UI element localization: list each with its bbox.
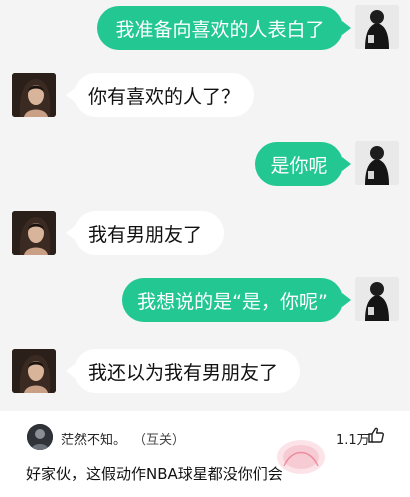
my-message-bubble[interactable]: 是你呢 — [255, 142, 343, 186]
message-text: 我有男朋友了 — [88, 223, 203, 246]
commenter-avatar[interactable] — [27, 424, 53, 450]
my-message-bubble[interactable]: 我准备向喜欢的人表白了 — [97, 6, 343, 50]
her-message-bubble[interactable]: 我还以为我有男朋友了 — [74, 349, 300, 393]
comment-text: 好家伙，这假动作NBA球星都没你们会 — [26, 465, 283, 483]
my-message-bubble[interactable]: 我想说的是“是，你呢” — [122, 278, 343, 322]
her-avatar[interactable] — [12, 211, 56, 255]
message-text: 我准备向喜欢的人表白了 — [115, 18, 325, 41]
commenter-username[interactable]: 茫然不知。 — [61, 429, 126, 448]
my-avatar[interactable] — [355, 277, 399, 321]
chat-area: 我准备向喜欢的人表白了 你有喜欢的人了？ 是你呢 我有男朋友了 我想说的是“是，… — [0, 0, 410, 410]
her-avatar[interactable] — [12, 73, 56, 117]
thumbs-up-icon[interactable] — [367, 426, 385, 444]
message-text: 我想说的是“是，你呢” — [137, 290, 328, 313]
my-avatar[interactable] — [355, 5, 399, 49]
bubble-tail — [342, 21, 351, 35]
bubble-tail — [342, 157, 351, 171]
her-message-bubble[interactable]: 我有男朋友了 — [74, 211, 224, 255]
her-avatar[interactable] — [12, 349, 56, 393]
her-message-bubble[interactable]: 你有喜欢的人了？ — [74, 73, 254, 117]
bubble-tail — [342, 293, 351, 307]
like-count: 1.1万 — [336, 433, 370, 448]
comment-card: 茫然不知。 （互关） 1.1万 好家伙，这假动作NBA球星都没你们会 — [0, 411, 410, 497]
message-text: 我还以为我有男朋友了 — [88, 361, 279, 384]
message-text: 你有喜欢的人了？ — [88, 85, 241, 108]
message-text: 是你呢 — [270, 154, 328, 177]
mutual-follow-tag: （互关） — [133, 433, 186, 448]
my-avatar[interactable] — [355, 141, 399, 185]
